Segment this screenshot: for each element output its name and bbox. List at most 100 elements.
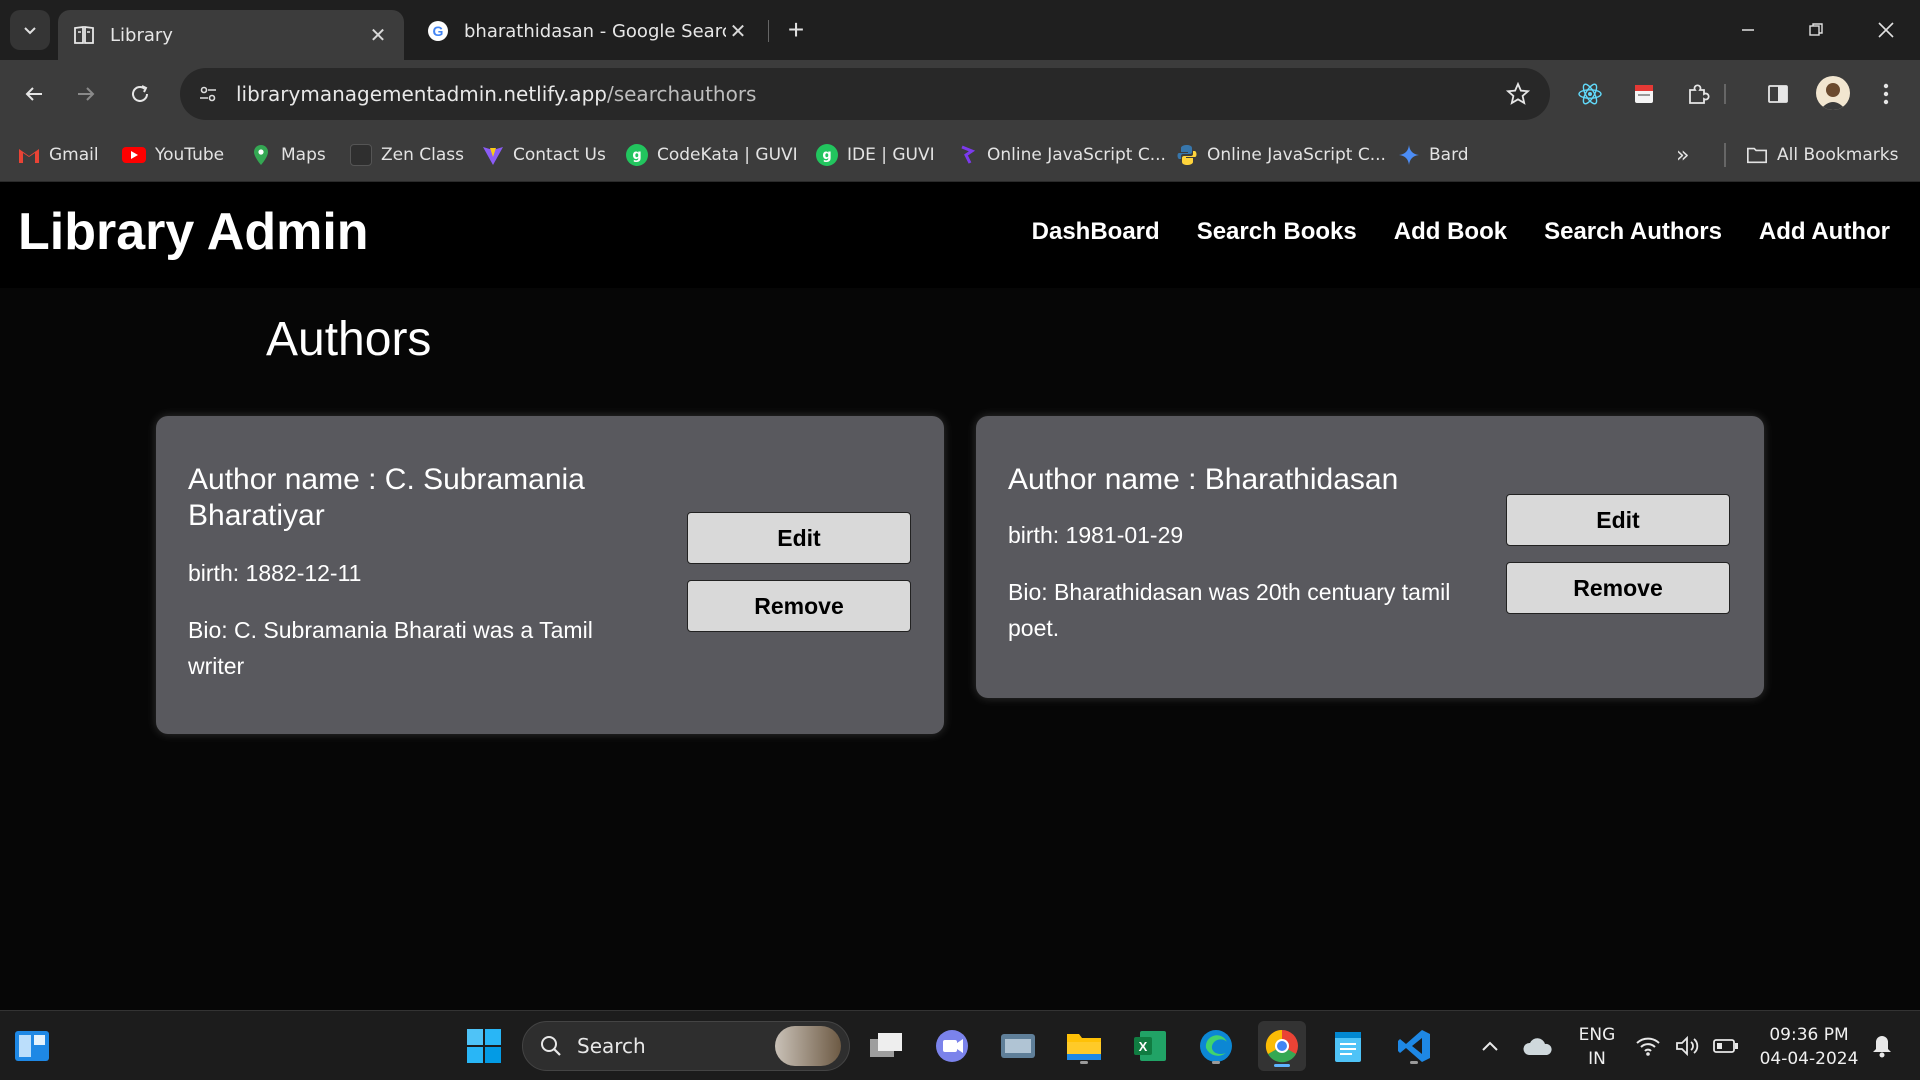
region-code: IN [1588, 1049, 1606, 1069]
more-bookmarks-button[interactable]: » [1676, 128, 1689, 182]
wifi-icon[interactable] [1632, 1024, 1664, 1068]
google-icon: G [426, 19, 450, 43]
page-title: Authors [266, 313, 432, 366]
volume-icon[interactable] [1672, 1024, 1704, 1068]
restore-button[interactable] [1782, 0, 1850, 60]
forward-button[interactable] [66, 74, 106, 114]
bookmark-star-icon[interactable] [1504, 80, 1532, 108]
tab-library[interactable]: Library ✕ [58, 10, 404, 60]
maps-icon [250, 144, 272, 166]
arrow-left-icon [25, 87, 42, 101]
file-explorer-icon[interactable] [1062, 1024, 1106, 1068]
book-icon [72, 23, 96, 47]
brand-title[interactable]: Library Admin [18, 202, 369, 262]
author-bio: Bio: Bharathidasan was 20th centuary tam… [1008, 574, 1450, 646]
nav-add-book[interactable]: Add Book [1394, 218, 1507, 246]
author-name: Author name : C. Subramania Bharatiyar [188, 462, 585, 534]
url-host: librarymanagementadmin.netlify.app [236, 82, 607, 106]
widgets-icon[interactable] [10, 1024, 54, 1068]
bookmark-ide-guvi[interactable]: g IDE | GUVI [816, 128, 935, 182]
bookmark-youtube[interactable]: YouTube [122, 128, 224, 182]
bookmark-online-javascript-2[interactable]: Online JavaScript C... [1176, 128, 1386, 182]
edit-button[interactable]: Edit [687, 512, 911, 564]
url-text: librarymanagementadmin.netlify.app/searc… [236, 68, 756, 120]
web-page: Library Admin DashBoard Search Books Add… [0, 182, 1920, 1010]
close-tab-icon[interactable]: ✕ [366, 23, 390, 47]
nav-search-books[interactable]: Search Books [1197, 218, 1357, 246]
tab-search-button[interactable] [10, 10, 50, 50]
task-view-icon[interactable] [864, 1024, 908, 1068]
language-indicator[interactable]: ENG IN [1572, 1023, 1622, 1071]
language-code: ENG [1578, 1025, 1616, 1045]
minimize-icon [1742, 29, 1754, 31]
new-tab-button[interactable]: + [778, 12, 814, 48]
nav-search-authors[interactable]: Search Authors [1544, 218, 1722, 246]
onedrive-icon[interactable] [1516, 1024, 1560, 1068]
clock[interactable]: 09:36 PM 04-04-2024 [1754, 1023, 1864, 1071]
address-bar[interactable]: librarymanagementadmin.netlify.app/searc… [180, 68, 1550, 120]
nav-add-author[interactable]: Add Author [1759, 218, 1890, 246]
notepad-icon[interactable] [1326, 1024, 1370, 1068]
bookmark-label: Zen Class [381, 145, 465, 165]
tab-title: Library [110, 24, 173, 46]
back-button[interactable] [14, 74, 54, 114]
bookmark-maps[interactable]: Maps [250, 128, 326, 182]
excel-icon[interactable]: X [1128, 1024, 1172, 1068]
tab-google-search[interactable]: G bharathidasan - Google Search ✕ [412, 8, 764, 54]
author-bio-line: writer [188, 653, 245, 679]
running-indicator [1080, 1061, 1088, 1064]
svg-text:X: X [1139, 1039, 1148, 1054]
bookmark-contact-us[interactable]: Contact Us [482, 128, 606, 182]
bookmark-label: Maps [281, 145, 326, 165]
notification-bell-icon[interactable] [1866, 1024, 1898, 1068]
puzzle-extensions-icon[interactable] [1682, 78, 1714, 110]
touch-keyboard-icon[interactable] [996, 1024, 1040, 1068]
bookmark-bard[interactable]: Bard [1398, 128, 1469, 182]
bookmark-label: Gmail [49, 145, 99, 165]
teams-chat-icon[interactable] [930, 1024, 974, 1068]
clock-date: 04-04-2024 [1759, 1049, 1859, 1069]
chrome-icon[interactable] [1258, 1021, 1306, 1071]
battery-icon[interactable] [1710, 1024, 1742, 1068]
taskbar-search-placeholder: Search [577, 1034, 646, 1058]
reload-button[interactable] [120, 74, 160, 114]
taskbar-search-box[interactable]: Search [522, 1021, 850, 1071]
youtube-icon [122, 147, 146, 163]
more-menu-icon[interactable] [1870, 78, 1902, 110]
tab-title: bharathidasan - Google Search [464, 20, 726, 42]
author-name: Author name : Bharathidasan [1008, 462, 1398, 498]
close-window-button[interactable] [1852, 0, 1920, 60]
zen-class-icon [350, 144, 372, 166]
side-panel-icon[interactable] [1762, 78, 1794, 110]
chevron-down-icon [24, 27, 36, 35]
react-devtools-icon[interactable] [1574, 78, 1606, 110]
edit-button[interactable]: Edit [1506, 494, 1730, 546]
js-compiler-icon [956, 144, 978, 166]
minimize-button[interactable] [1714, 0, 1782, 60]
extension-icon[interactable] [1628, 78, 1660, 110]
avatar[interactable] [1816, 76, 1850, 110]
vscode-icon[interactable] [1392, 1024, 1436, 1068]
tab-divider [768, 20, 769, 42]
nav-dashboard[interactable]: DashBoard [1032, 218, 1160, 246]
author-bio-line: Bio: C. Subramania Bharati was a Tamil [188, 617, 593, 643]
bookmark-gmail[interactable]: Gmail [18, 128, 99, 182]
bookmark-label: Contact Us [513, 145, 606, 165]
close-tab-icon[interactable]: ✕ [726, 19, 750, 43]
author-bio-line: Bio: Bharathidasan was 20th centuary tam… [1008, 579, 1451, 605]
remove-button[interactable]: Remove [687, 580, 911, 632]
bookmark-label: Online JavaScript C... [987, 145, 1166, 165]
search-icon [541, 1036, 561, 1056]
start-windows-icon[interactable] [462, 1024, 506, 1068]
bookmark-zen-class[interactable]: Zen Class [350, 128, 464, 182]
bookmark-online-javascript-1[interactable]: Online JavaScript C... [956, 128, 1166, 182]
chevron-up-icon[interactable] [1468, 1024, 1512, 1068]
edge-browser-icon[interactable] [1194, 1024, 1238, 1068]
bookmark-codekata-guvi[interactable]: g CodeKata | GUVI [626, 128, 798, 182]
site-info-icon[interactable] [192, 78, 224, 110]
url-path: /searchauthors [606, 82, 757, 106]
toolbar-divider [1724, 84, 1726, 104]
all-bookmarks-button[interactable]: All Bookmarks [1746, 128, 1898, 182]
remove-button[interactable]: Remove [1506, 562, 1730, 614]
bard-icon [1398, 144, 1420, 166]
